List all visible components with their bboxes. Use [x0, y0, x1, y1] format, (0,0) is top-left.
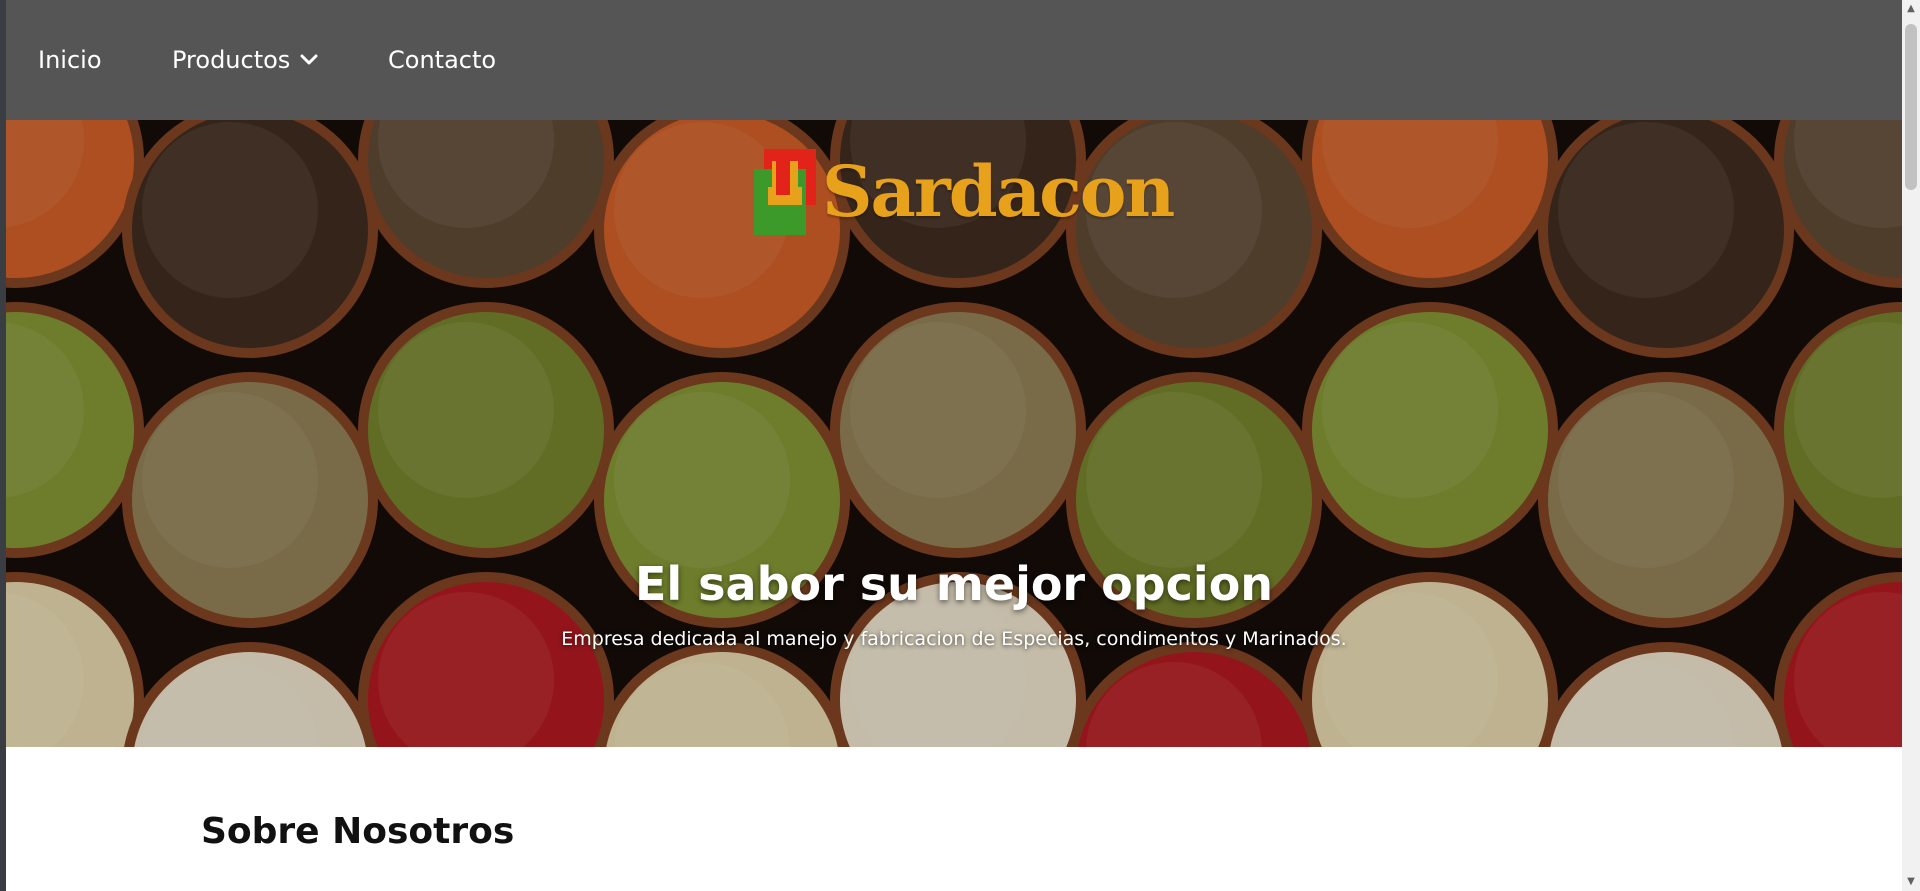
nav-link-label: Productos [172, 46, 291, 74]
hero-banner: Sardacon El sabor su mejor opcion Empres… [6, 120, 1902, 747]
sardacon-logo-mark [754, 149, 816, 235]
hero-title: El sabor su mejor opcion [634, 557, 1274, 611]
scrollbar-thumb[interactable] [1905, 24, 1917, 190]
chevron-down-icon [300, 54, 318, 65]
navbar: Inicio Productos Contacto [6, 0, 1902, 120]
hero-subtitle: Empresa dedicada al manejo y fabricacion… [561, 628, 1347, 650]
nav-link-label: Inicio [38, 46, 102, 74]
logo-wordmark: Sardacon [822, 150, 1175, 233]
section-title-about: Sobre Nosotros [201, 811, 515, 852]
scroll-down-arrow-icon[interactable]: ▼ [1906, 877, 1916, 887]
nav-dropdown-productos[interactable]: Productos [172, 0, 318, 120]
nav-link-contacto[interactable]: Contacto [388, 0, 496, 120]
scroll-up-arrow-icon[interactable]: ▲ [1906, 4, 1916, 14]
nav-link-label: Contacto [388, 46, 497, 74]
logo[interactable]: Sardacon [754, 146, 1175, 238]
page-scrollbar[interactable]: ▲ ▼ [1902, 0, 1920, 891]
nav-link-inicio[interactable]: Inicio [38, 0, 102, 120]
